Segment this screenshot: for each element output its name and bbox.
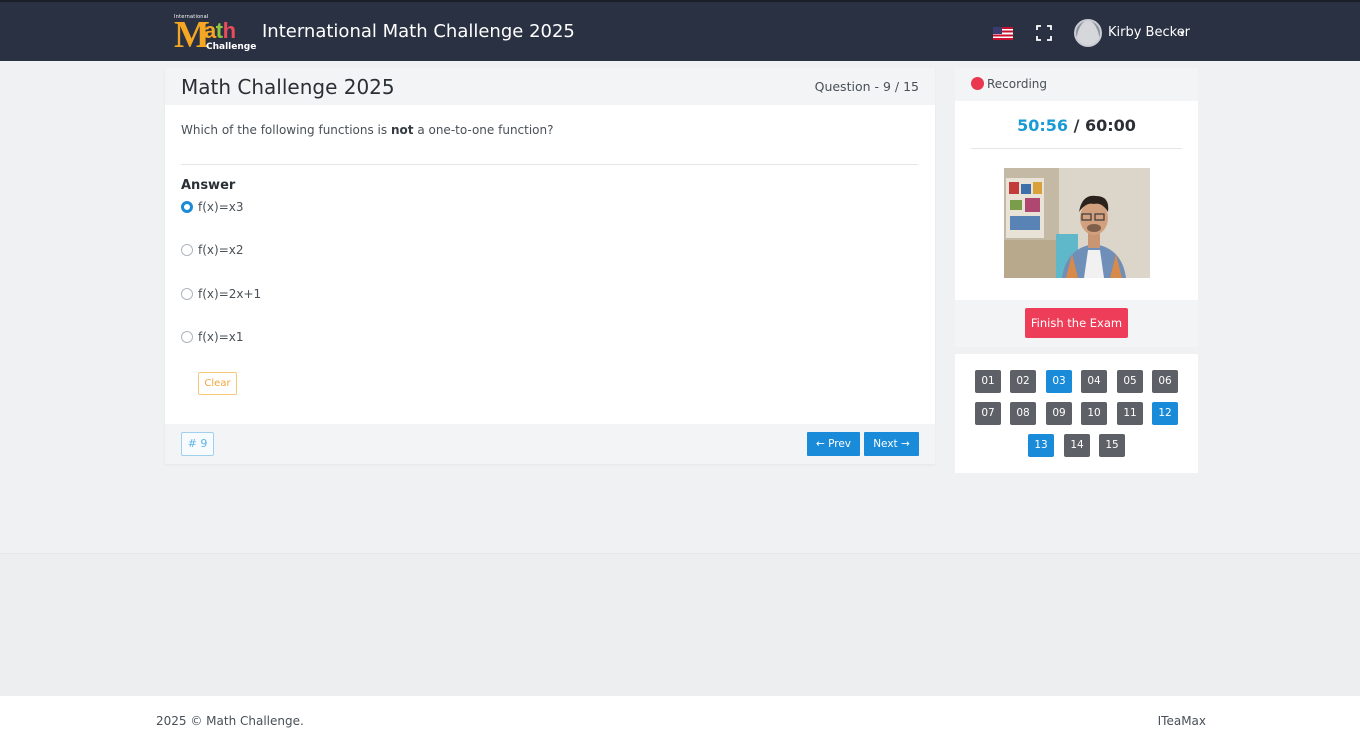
avatar[interactable]: [1074, 19, 1102, 47]
question-nav-button[interactable]: 14: [1064, 434, 1090, 457]
question-text: Which of the following functions is not …: [181, 123, 554, 137]
question-number-badge: # 9: [181, 432, 214, 456]
question-counter: Question - 9 / 15: [814, 79, 919, 94]
logo-sub-text: Challenge: [206, 42, 257, 52]
question-nav-button[interactable]: 02: [1010, 370, 1036, 393]
webcam-feed: [1004, 168, 1150, 278]
radio-button[interactable]: [181, 288, 193, 300]
question-nav-button[interactable]: 13: [1028, 434, 1054, 457]
app-title: International Math Challenge 2025: [262, 21, 575, 42]
question-nav-button[interactable]: 05: [1117, 370, 1143, 393]
exam-timer: 50:56 / 60:00: [1017, 116, 1136, 135]
radio-button[interactable]: [181, 331, 193, 343]
chevron-down-icon[interactable]: ▾: [1180, 28, 1185, 39]
fullscreen-icon[interactable]: [1036, 25, 1052, 41]
finish-exam-button[interactable]: Finish the Exam: [1025, 308, 1128, 338]
question-card-footer: # 9 ← Prev Next →: [165, 424, 935, 464]
question-nav-button[interactable]: 11: [1117, 402, 1143, 425]
divider: [971, 148, 1182, 149]
question-nav-button[interactable]: 08: [1010, 402, 1036, 425]
question-card-header: Math Challenge 2025 Question - 9 / 15: [165, 68, 935, 105]
question-nav-button[interactable]: 06: [1152, 370, 1178, 393]
answer-option[interactable]: f(x)=x1: [181, 329, 243, 345]
question-nav-button[interactable]: 04: [1081, 370, 1107, 393]
total-time: 60:00: [1084, 116, 1136, 135]
copyright-text: 2025 © Math Challenge.: [156, 714, 304, 728]
proctor-card-footer: Finish the Exam: [955, 300, 1198, 347]
answer-option-label: f(x)=x3: [198, 200, 244, 214]
math-challenge-logo[interactable]: International M ath Challenge: [174, 14, 256, 54]
answer-option[interactable]: f(x)=x3: [181, 199, 243, 215]
top-navbar: International M ath Challenge Internatio…: [0, 0, 1360, 61]
answer-option[interactable]: f(x)=2x+1: [181, 286, 261, 302]
answer-option-label: f(x)=x2: [198, 243, 244, 257]
question-navigator: 01 02 03 04 05 06 07 08 09 10 11 12 13 1…: [955, 354, 1198, 473]
proctor-card: Recording 50:56 / 60:00 Finish the Exam: [955, 68, 1198, 347]
answer-option-label: f(x)=x1: [198, 330, 244, 344]
recording-dot-icon: [971, 77, 984, 90]
recording-label: Recording: [987, 77, 1048, 91]
content-lower-band: [0, 553, 1360, 696]
question-nav-button[interactable]: 15: [1099, 434, 1125, 457]
question-nav-button[interactable]: 09: [1046, 402, 1072, 425]
us-flag-icon[interactable]: [993, 27, 1013, 40]
user-name[interactable]: Kirby Becker: [1108, 25, 1190, 40]
exam-title: Math Challenge 2025: [181, 75, 395, 99]
page-footer: 2025 © Math Challenge. ITeaMax: [0, 696, 1360, 745]
elapsed-time: 50:56: [1017, 116, 1068, 135]
proctor-card-header: Recording: [955, 68, 1198, 101]
divider: [181, 164, 918, 165]
next-button[interactable]: Next →: [864, 432, 919, 456]
question-nav-button[interactable]: 10: [1081, 402, 1107, 425]
prev-button[interactable]: ← Prev: [807, 432, 860, 456]
radio-button[interactable]: [181, 201, 193, 213]
clear-button[interactable]: Clear: [198, 372, 237, 395]
question-card: Math Challenge 2025 Question - 9 / 15 Wh…: [165, 68, 935, 464]
question-nav-button[interactable]: 12: [1152, 402, 1178, 425]
answer-option-label: f(x)=2x+1: [198, 287, 262, 301]
question-nav-button[interactable]: 07: [975, 402, 1001, 425]
question-nav-button[interactable]: 01: [975, 370, 1001, 393]
radio-button[interactable]: [181, 244, 193, 256]
question-nav-button[interactable]: 03: [1046, 370, 1072, 393]
answer-option[interactable]: f(x)=x2: [181, 242, 243, 258]
logo-ath: ath: [204, 18, 236, 43]
answer-label: Answer: [181, 178, 236, 193]
footer-brand: ITeaMax: [1157, 714, 1206, 728]
